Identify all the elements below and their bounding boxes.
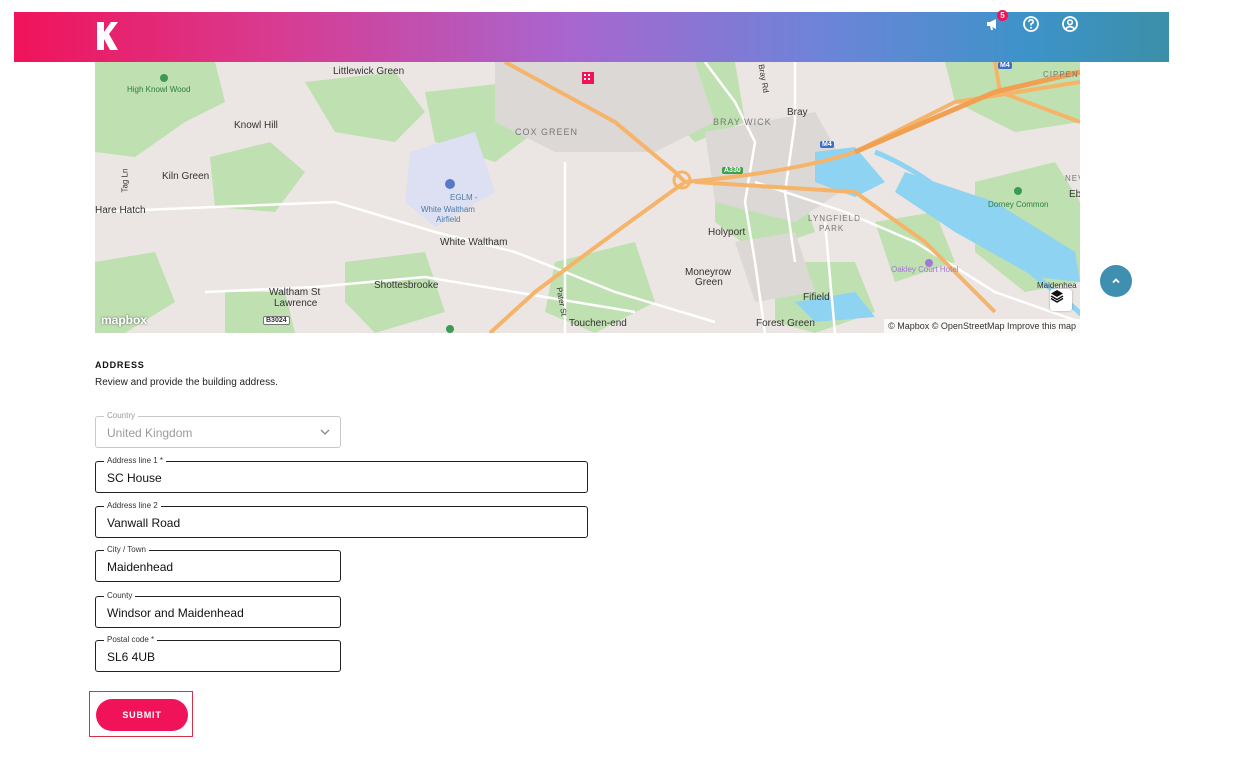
- mapbox-logo[interactable]: mapbox: [101, 313, 147, 327]
- park-poi-icon: [446, 325, 454, 333]
- address-line1-field[interactable]: Address line 1 * SC House: [95, 456, 588, 493]
- chevron-down-icon: [320, 429, 330, 435]
- map-label: Green: [695, 277, 723, 288]
- map-label: Airfield: [436, 215, 461, 224]
- map-label: Holyport: [708, 227, 746, 238]
- section-title: ADDRESS: [95, 360, 145, 370]
- field-label: City / Town: [104, 545, 149, 555]
- notification-badge: 5: [997, 10, 1008, 21]
- map-label: High Knowl Wood: [127, 85, 191, 94]
- map-label: LYNGFIELD: [808, 214, 861, 223]
- road-badge-m4: M4: [998, 62, 1012, 69]
- field-label: Address line 2: [104, 501, 161, 511]
- map-label: PARK: [819, 224, 845, 233]
- map-label: Shottesbrooke: [374, 280, 439, 291]
- postal-code-field[interactable]: Postal code * SL6 4UB: [95, 635, 341, 672]
- kao-logo-icon[interactable]: [95, 20, 119, 52]
- field-value: Maidenhead: [107, 560, 174, 574]
- field-value: Vanwall Road: [107, 516, 181, 530]
- section-description: Review and provide the building address.: [95, 377, 278, 388]
- park-poi-icon: [1014, 187, 1022, 195]
- map-label: Dorney Common: [988, 200, 1049, 209]
- map-label: Touchen-end: [569, 318, 627, 329]
- chevron-up-icon: [1112, 278, 1120, 284]
- map-label: Littlewick Green: [333, 66, 405, 77]
- map-label: Hare Hatch: [95, 205, 146, 216]
- map-label: Eb: [1069, 189, 1080, 200]
- submit-button[interactable]: SUBMIT: [96, 699, 188, 731]
- help-icon[interactable]: [1021, 14, 1041, 34]
- account-icon[interactable]: [1060, 14, 1080, 34]
- map-layers-button[interactable]: [1050, 289, 1072, 311]
- airfield-icon: [445, 179, 455, 189]
- map-label: EGLM -: [450, 193, 478, 202]
- road-badge-b3024: B3024: [263, 316, 290, 325]
- field-value: SL6 4UB: [107, 650, 156, 664]
- field-label: Postal code *: [104, 635, 158, 645]
- map-label: Waltham St: [269, 287, 321, 298]
- map-label: Lawrence: [274, 298, 318, 309]
- map-label: Kiln Green: [162, 171, 210, 182]
- map-label: Oakley Court Hotel: [891, 265, 959, 274]
- field-value: United Kingdom: [107, 426, 193, 440]
- location-map[interactable]: Littlewick Green High Knowl Wood Knowl H…: [95, 62, 1080, 333]
- road-badge-a330: A330: [722, 167, 743, 174]
- layers-icon: [1050, 290, 1064, 303]
- field-label: Country: [104, 411, 139, 421]
- field-label: County: [104, 591, 136, 601]
- map-label: White Waltham: [421, 205, 475, 214]
- road-badge-m4: M4: [820, 141, 834, 148]
- map-attribution[interactable]: © Mapbox © OpenStreetMap Improve this ma…: [884, 319, 1080, 333]
- scroll-to-top-button[interactable]: [1100, 265, 1132, 297]
- map-label: Fifield: [803, 292, 830, 303]
- county-field[interactable]: County Windsor and Maidenhead: [95, 591, 341, 628]
- map-label: NEV: [1065, 174, 1080, 183]
- map-label: Tag Ln: [120, 168, 130, 193]
- map-label: White Waltham: [440, 237, 508, 248]
- map-label: Forest Green: [756, 318, 815, 329]
- map-label: CIPPEN: [1043, 70, 1079, 79]
- map-label: COX GREEN: [515, 127, 579, 137]
- field-value: SC House: [107, 471, 162, 485]
- map-label: BRAY WICK: [713, 117, 772, 127]
- map-label: Knowl Hill: [234, 120, 278, 131]
- address-line2-field[interactable]: Address line 2 Vanwall Road: [95, 501, 588, 538]
- country-select[interactable]: Country United Kingdom: [95, 411, 341, 448]
- field-label: Address line 1 *: [104, 456, 167, 466]
- map-label: Bray: [787, 107, 808, 118]
- building-marker-icon[interactable]: [580, 70, 596, 86]
- city-field[interactable]: City / Town Maidenhead: [95, 545, 341, 582]
- park-poi-icon: [160, 74, 168, 82]
- field-value: Windsor and Maidenhead: [107, 606, 244, 620]
- map-canvas: [95, 62, 1080, 333]
